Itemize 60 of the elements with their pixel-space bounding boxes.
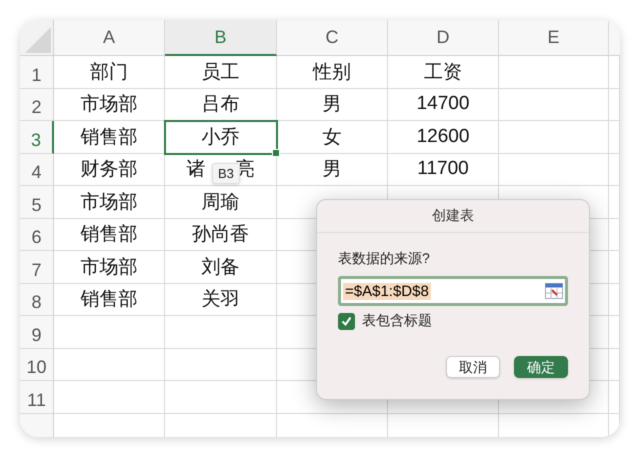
table-cell	[609, 154, 620, 186]
row-header[interactable]: 10	[20, 348, 54, 381]
table-cell: 销售部	[54, 218, 165, 251]
row-header[interactable]: 7	[20, 251, 54, 284]
table-cell: 关羽	[165, 284, 277, 316]
prompt-label: 表数据的来源?	[338, 250, 431, 268]
table-cell: 11700	[388, 154, 499, 186]
cell-tooltip: B3	[212, 163, 240, 184]
table-cell: 男	[277, 154, 388, 186]
table-cell: 女	[277, 121, 388, 154]
column-header[interactable]: C	[277, 20, 388, 56]
dialog-title: 创建表	[317, 200, 589, 233]
range-picker-icon[interactable]	[545, 283, 563, 299]
column-header[interactable]: A	[54, 20, 165, 56]
row-header[interactable]: 4	[20, 154, 54, 186]
row-header[interactable]: 1	[20, 56, 54, 88]
table-cell: 工资	[388, 56, 499, 88]
ok-button[interactable]: 确定	[514, 356, 568, 378]
checkbox-label: 表包含标题	[362, 312, 432, 330]
row-header[interactable]: 8	[20, 284, 54, 316]
row-header[interactable]: 9	[20, 316, 54, 348]
checkmark-icon	[341, 316, 352, 326]
cancel-button[interactable]: 取消	[446, 356, 500, 378]
table-cell: 部门	[54, 56, 165, 88]
row-header[interactable]: 2	[20, 88, 54, 121]
table-cell: 刘备	[165, 251, 277, 284]
table-cell	[609, 381, 620, 414]
table-cell: 12600	[388, 121, 499, 154]
row-header[interactable]: 11	[20, 381, 54, 414]
table-cell: 14700	[388, 88, 499, 121]
table-cell	[609, 251, 620, 284]
table-cell: 周瑜	[165, 186, 277, 218]
table-cell: 男	[277, 88, 388, 121]
table-cell: 市场部	[54, 88, 165, 121]
table-cell	[609, 348, 620, 381]
table-cell	[609, 284, 620, 316]
table-cell: 吕布	[165, 88, 277, 121]
table-cell: 市场部	[54, 186, 165, 218]
table-cell	[609, 186, 620, 218]
table-cell: 财务部	[54, 154, 165, 186]
checkbox[interactable]	[338, 312, 355, 330]
table-cell	[609, 316, 620, 348]
table-cell	[609, 56, 620, 88]
table-cell: 销售部	[54, 121, 165, 154]
table-cell: 员工	[165, 56, 277, 88]
column-header[interactable]: D	[388, 20, 499, 56]
table-cell	[609, 88, 620, 121]
table-cell	[609, 218, 620, 251]
table-cell: 性别	[277, 56, 388, 88]
column-header[interactable]: E	[499, 20, 609, 56]
row-header[interactable]: 3	[20, 121, 54, 154]
table-cell: 市场部	[54, 251, 165, 284]
row-header[interactable]: 6	[20, 218, 54, 251]
table-cell: 小乔	[165, 121, 277, 154]
table-cell: 孙尚香	[165, 218, 277, 251]
table-cell	[609, 121, 620, 154]
column-header[interactable]: B	[165, 20, 277, 56]
range-field[interactable]: =$A$1:$D$8	[338, 276, 568, 306]
row-header[interactable]: 5	[20, 186, 54, 218]
table-cell: 销售部	[54, 284, 165, 316]
